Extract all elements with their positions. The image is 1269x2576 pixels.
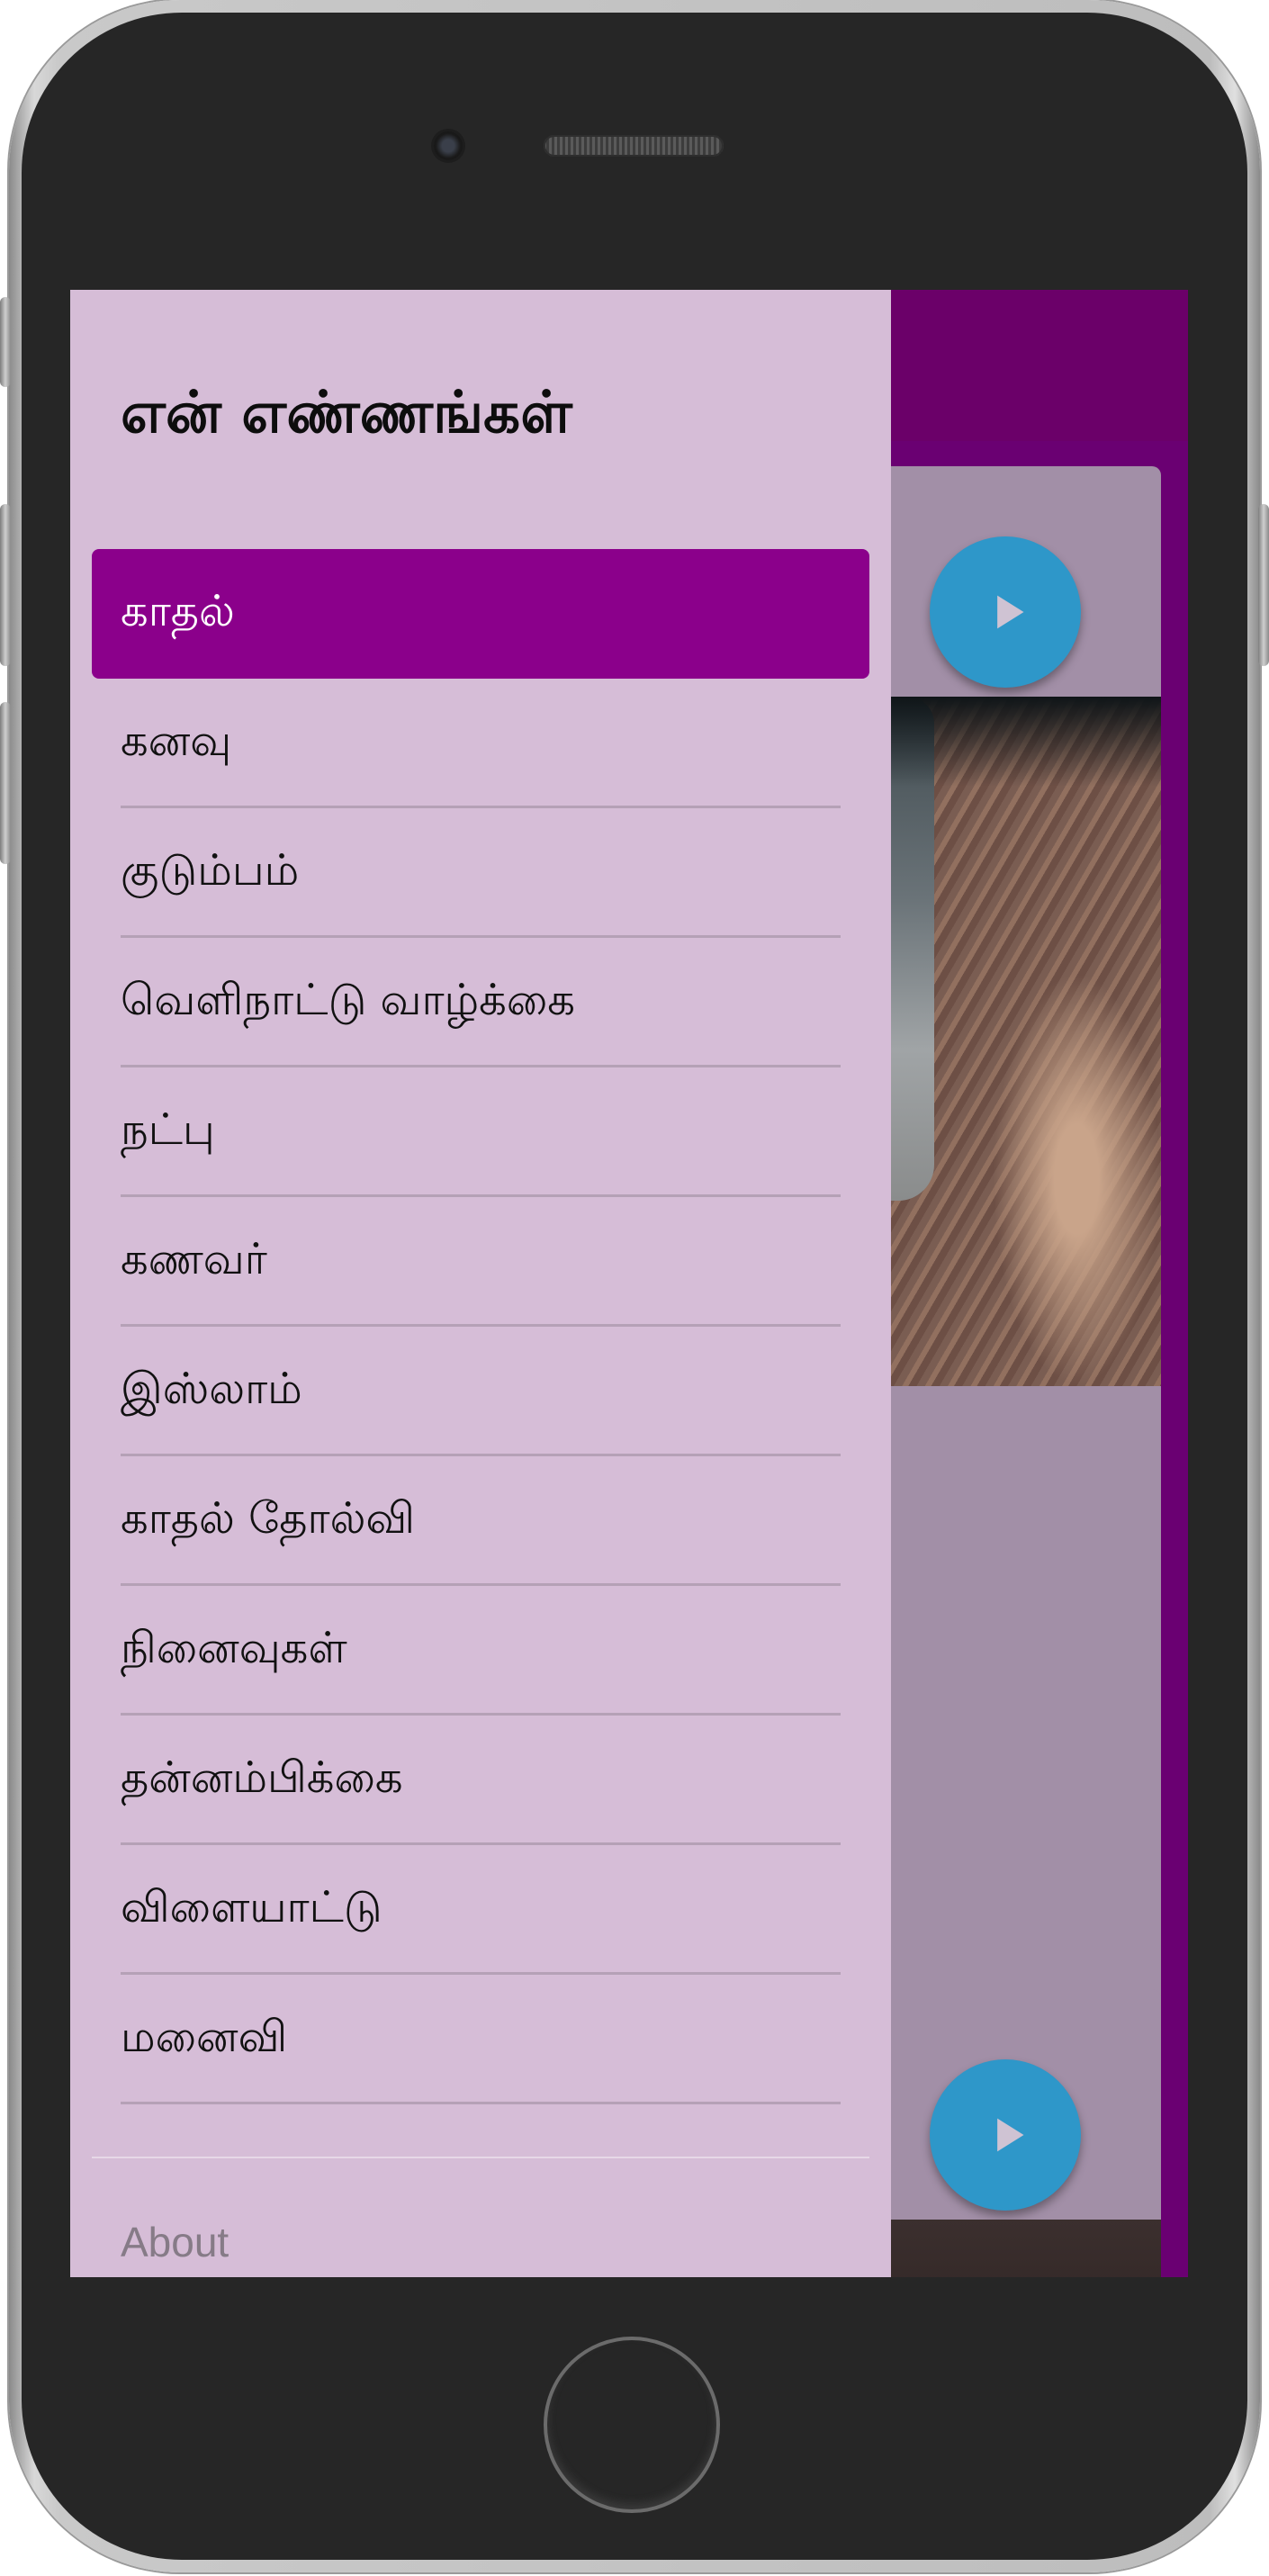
play-button[interactable]: [930, 536, 1081, 688]
post-image: [880, 2220, 1161, 2277]
volume-down-button: [0, 702, 11, 864]
drawer-divider: [92, 2157, 869, 2158]
menu-item-kadhal-tholvi[interactable]: காதல் தோல்வி: [70, 1456, 891, 1586]
home-button[interactable]: [544, 2337, 720, 2513]
front-camera: [434, 131, 463, 160]
menu-item-manaivi[interactable]: மனைவி: [70, 1975, 891, 2104]
menu-item-ninaivugal[interactable]: நினைவுகள்: [70, 1586, 891, 1716]
post-image: [880, 697, 1161, 1386]
play-icon: [997, 2118, 1024, 2152]
about-link[interactable]: About: [121, 2218, 229, 2266]
menu-item-kanavar[interactable]: கணவர்: [70, 1197, 891, 1327]
drawer-menu: காதல் கனவு குடும்பம் வெளிநாட்டு வாழ்க்கை…: [70, 549, 891, 2104]
menu-item-velinattu-vazhkai[interactable]: வெளிநாட்டு வாழ்க்கை: [70, 938, 891, 1067]
app-screen: என் எண்ணங்கள் காதல் கனவு குடும்பம் வெளிந…: [70, 290, 1188, 2277]
navigation-drawer: என் எண்ணங்கள் காதல் கனவு குடும்பம் வெளிந…: [70, 290, 891, 2277]
menu-item-thannambikkai[interactable]: தன்னம்பிக்கை: [70, 1716, 891, 1845]
earpiece-speaker: [544, 135, 724, 157]
play-button[interactable]: [930, 2059, 1081, 2211]
menu-item-islam[interactable]: இஸ்லாம்: [70, 1327, 891, 1456]
menu-item-kadhal[interactable]: காதல்: [92, 549, 869, 679]
volume-up-button: [0, 504, 11, 666]
drawer-title: என் எண்ணங்கள்: [121, 380, 572, 446]
menu-item-kanavu[interactable]: கனவு: [70, 679, 891, 808]
menu-item-vilaiyattu[interactable]: விளையாட்டு: [70, 1845, 891, 1975]
power-button: [1258, 504, 1269, 666]
post-card[interactable]: [880, 466, 1161, 2247]
menu-item-natpu[interactable]: நட்பு: [70, 1067, 891, 1197]
play-icon: [997, 595, 1024, 629]
menu-item-kudumbam[interactable]: குடும்பம்: [70, 808, 891, 938]
post-card[interactable]: [880, 1989, 1161, 2277]
mute-switch: [0, 297, 11, 387]
